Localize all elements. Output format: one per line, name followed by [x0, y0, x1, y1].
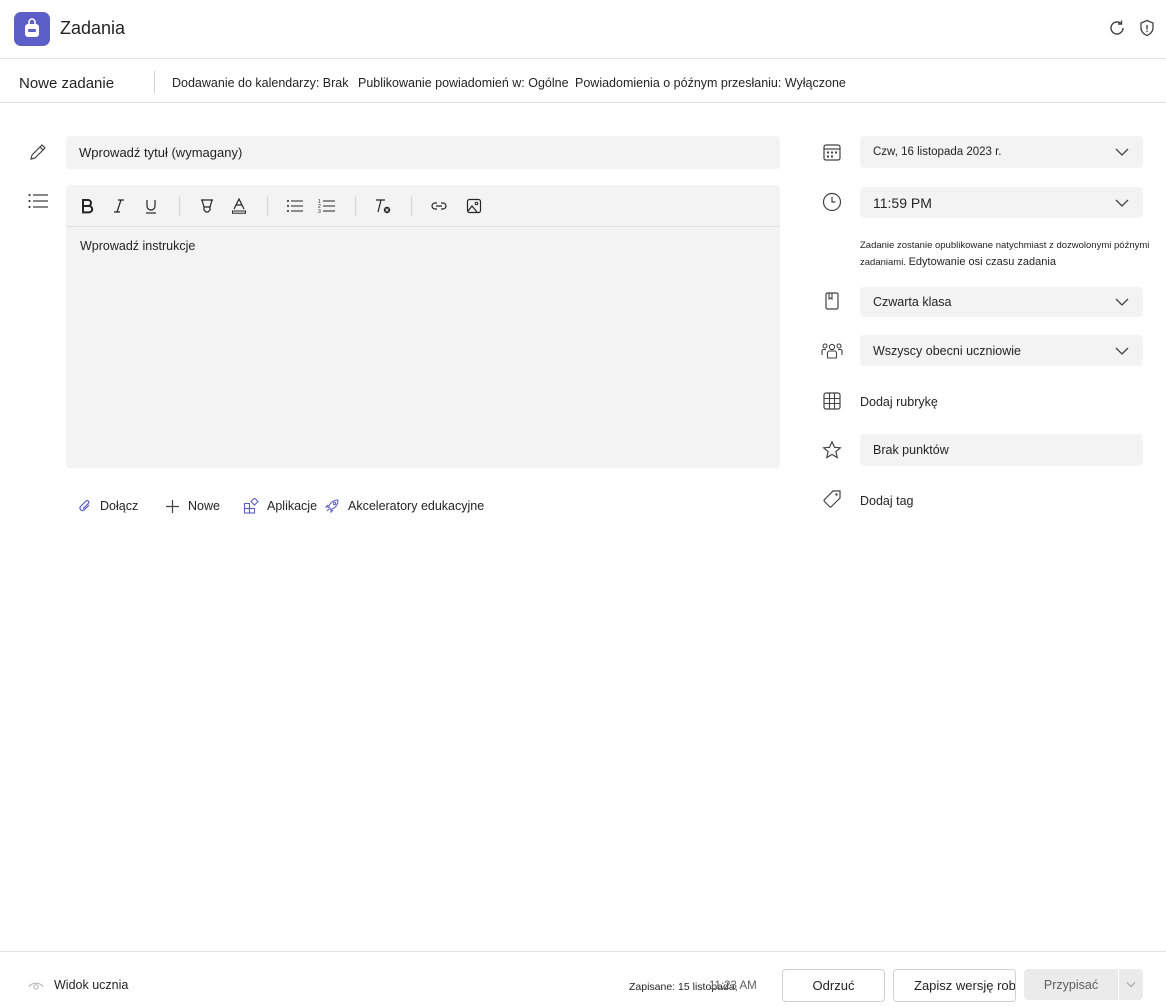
toolbar-separator: [267, 197, 268, 216]
font-color-icon[interactable]: [228, 196, 250, 216]
new-label: Nowe: [188, 499, 220, 513]
grid-icon: [820, 389, 844, 413]
add-rubric-button[interactable]: Dodaj rubrykę: [860, 395, 938, 409]
eye-icon: [28, 982, 44, 990]
new-button[interactable]: Nowe: [165, 495, 220, 517]
instructions-placeholder[interactable]: Wprowadź instrukcje: [80, 239, 195, 253]
list-icon: [26, 189, 50, 213]
apps-button[interactable]: Aplikacje: [243, 495, 317, 517]
student-view-label: Widok ucznia: [54, 978, 129, 992]
class-value: Czwarta klasa: [873, 295, 952, 309]
points-value: Brak punktów: [873, 443, 949, 457]
numbered-list-icon[interactable]: 123: [316, 196, 338, 216]
chevron-down-icon: [1126, 982, 1136, 988]
bold-icon[interactable]: [76, 196, 98, 216]
title-input[interactable]: [66, 136, 780, 169]
highlight-icon[interactable]: [196, 196, 218, 216]
backpack-icon: [14, 12, 50, 46]
toolbar-separator: [411, 197, 412, 216]
pencil-icon: [26, 140, 50, 164]
class-dropdown[interactable]: Czwarta klasa: [860, 287, 1143, 317]
apps-label: Aplikacje: [267, 499, 318, 513]
due-date-dropdown[interactable]: Czw, 16 listopada 2023 r.: [860, 136, 1143, 168]
learning-accelerators-button[interactable]: Akceleratory edukacyjne: [324, 495, 484, 517]
rocket-icon: [324, 499, 339, 514]
attach-button[interactable]: Dołącz: [78, 495, 138, 517]
edit-timeline-link[interactable]: Edytowanie osi czasu zadania: [909, 256, 1056, 268]
calendar-icon: [820, 140, 844, 164]
apps-icon: [243, 498, 259, 514]
chevron-down-icon: [1115, 148, 1129, 156]
save-draft-button[interactable]: Zapisz wersję roboczą: [893, 969, 1016, 1002]
assignment-meta-bar: Nowe zadanie Dodawanie do kalendarzy: Br…: [0, 60, 1166, 103]
students-value: Wszyscy obecni uczniowie: [873, 343, 1021, 358]
plus-icon: [166, 499, 179, 513]
people-icon: [820, 339, 844, 363]
star-icon: [820, 438, 844, 462]
tag-icon: [820, 487, 844, 511]
italic-icon[interactable]: [108, 196, 130, 216]
chevron-down-icon: [1115, 199, 1129, 207]
due-time-value: 11:59 PM: [873, 194, 932, 211]
editor-toolbar: 123: [66, 185, 780, 227]
divider: [154, 71, 155, 93]
svg-text:3: 3: [318, 209, 321, 214]
points-field[interactable]: Brak punktów: [860, 434, 1143, 466]
attach-label: Dołącz: [100, 499, 139, 513]
bulleted-list-icon[interactable]: [284, 196, 306, 216]
refresh-icon[interactable]: [1107, 18, 1127, 38]
notebook-icon: [820, 289, 844, 313]
due-time-dropdown[interactable]: 11:59 PM: [860, 187, 1143, 218]
student-view-button[interactable]: Widok ucznia: [28, 978, 128, 992]
students-dropdown[interactable]: Wszyscy obecni uczniowie: [860, 335, 1143, 366]
page-title: Nowe zadanie: [19, 75, 115, 92]
paperclip-icon: [79, 499, 90, 512]
late-submission-notification-link[interactable]: Powiadomienia o późnym przesłaniu: Wyłąc…: [575, 76, 846, 90]
assign-button[interactable]: Przypisać: [1024, 969, 1118, 1000]
clock-icon: [820, 190, 844, 214]
clear-formatting-icon[interactable]: [372, 196, 394, 216]
assign-options-button[interactable]: [1119, 969, 1143, 1000]
calendar-setting-link[interactable]: Dodawanie do kalendarzy: Brak: [172, 76, 349, 90]
footer-bar: Widok ucznia Zapisane: 15 listopada, 11:…: [0, 951, 1166, 1007]
timeline-info: Zadanie zostanie opublikowane natychmias…: [860, 238, 1150, 271]
toolbar-separator: [179, 197, 180, 216]
instructions-editor[interactable]: 123 Wprowadź instrukcje: [66, 185, 780, 468]
chevron-down-icon: [1115, 347, 1129, 355]
accelerators-label: Akceleratory edukacyjne: [348, 499, 485, 513]
saved-time: 11:23 AM: [709, 980, 757, 992]
app-title: Zadania: [60, 18, 126, 38]
underline-icon[interactable]: [140, 196, 162, 216]
due-date-value: Czw, 16 listopada 2023 r.: [873, 146, 1002, 158]
add-tag-button[interactable]: Dodaj tag: [860, 494, 914, 508]
notification-channel-link[interactable]: Publikowanie powiadomień w: Ogólne: [358, 76, 569, 90]
image-icon[interactable]: [463, 196, 485, 216]
toolbar-separator: [355, 197, 356, 216]
chevron-down-icon: [1115, 298, 1129, 306]
discard-button[interactable]: Odrzuć: [782, 969, 885, 1002]
shield-icon[interactable]: [1137, 18, 1157, 38]
app-header: Zadania: [0, 0, 1166, 59]
link-icon[interactable]: [428, 196, 450, 216]
